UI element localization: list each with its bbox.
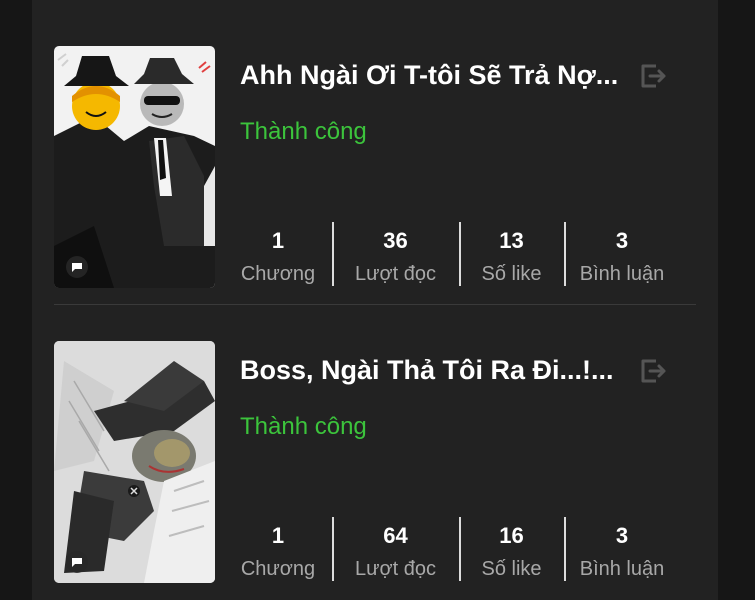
stat-value: 64 (383, 523, 408, 548)
story-cover-image[interactable] (54, 46, 215, 288)
stat-label: Bình luận (579, 263, 665, 285)
stat-value: 1 (271, 523, 285, 548)
status-text: Thành công (240, 413, 367, 440)
export-icon[interactable] (632, 58, 672, 94)
stat-label: Số like (481, 263, 542, 285)
stat-likes: 13 Số like (459, 218, 564, 288)
stat-value: 36 (383, 228, 408, 253)
chat-bubble-icon (66, 256, 88, 278)
story-title[interactable]: Ahh Ngài Ơi T-tôi Sẽ Trả Nợ... (240, 56, 624, 94)
stat-chapters: 1 Chương (224, 218, 332, 288)
story-divider (54, 304, 696, 305)
stat-label: Bình luận (579, 558, 665, 580)
stat-label: Số like (481, 558, 542, 580)
stat-chapters: 1 Chương (224, 513, 332, 583)
stat-value: 3 (615, 523, 629, 548)
story-card[interactable]: Ahh Ngài Ơi T-tôi Sẽ Trả Nợ... Thành côn… (54, 46, 696, 288)
stat-reads: 64 Lượt đọc (332, 513, 459, 583)
stat-comments: 3 Bình luận (564, 218, 680, 288)
stat-label: Lượt đọc (355, 263, 436, 285)
stat-label: Chương (240, 558, 316, 580)
chat-bubble-icon (66, 551, 88, 573)
story-card[interactable]: Boss, Ngài Thả Tôi Ra Đi...!... Thành cô… (54, 341, 696, 583)
status-text: Thành công (240, 118, 367, 145)
story-title[interactable]: Boss, Ngài Thả Tôi Ra Đi...!... (240, 351, 624, 389)
stat-reads: 36 Lượt đọc (332, 218, 459, 288)
stat-label: Chương (240, 263, 316, 285)
story-stats: 1 Chương 36 Lượt đọc 13 Số like 3 Bình l… (224, 218, 680, 288)
stat-comments: 3 Bình luận (564, 513, 680, 583)
stat-value: 13 (499, 228, 524, 253)
stat-likes: 16 Số like (459, 513, 564, 583)
cover-illustration (54, 341, 215, 583)
export-icon[interactable] (632, 353, 672, 389)
stat-value: 1 (271, 228, 285, 253)
cover-illustration (54, 46, 215, 288)
story-stats: 1 Chương 64 Lượt đọc 16 Số like 3 Bình l… (224, 513, 680, 583)
stat-value: 16 (499, 523, 524, 548)
story-cover-image[interactable] (54, 341, 215, 583)
stat-label: Lượt đọc (355, 558, 436, 580)
stat-value: 3 (615, 228, 629, 253)
